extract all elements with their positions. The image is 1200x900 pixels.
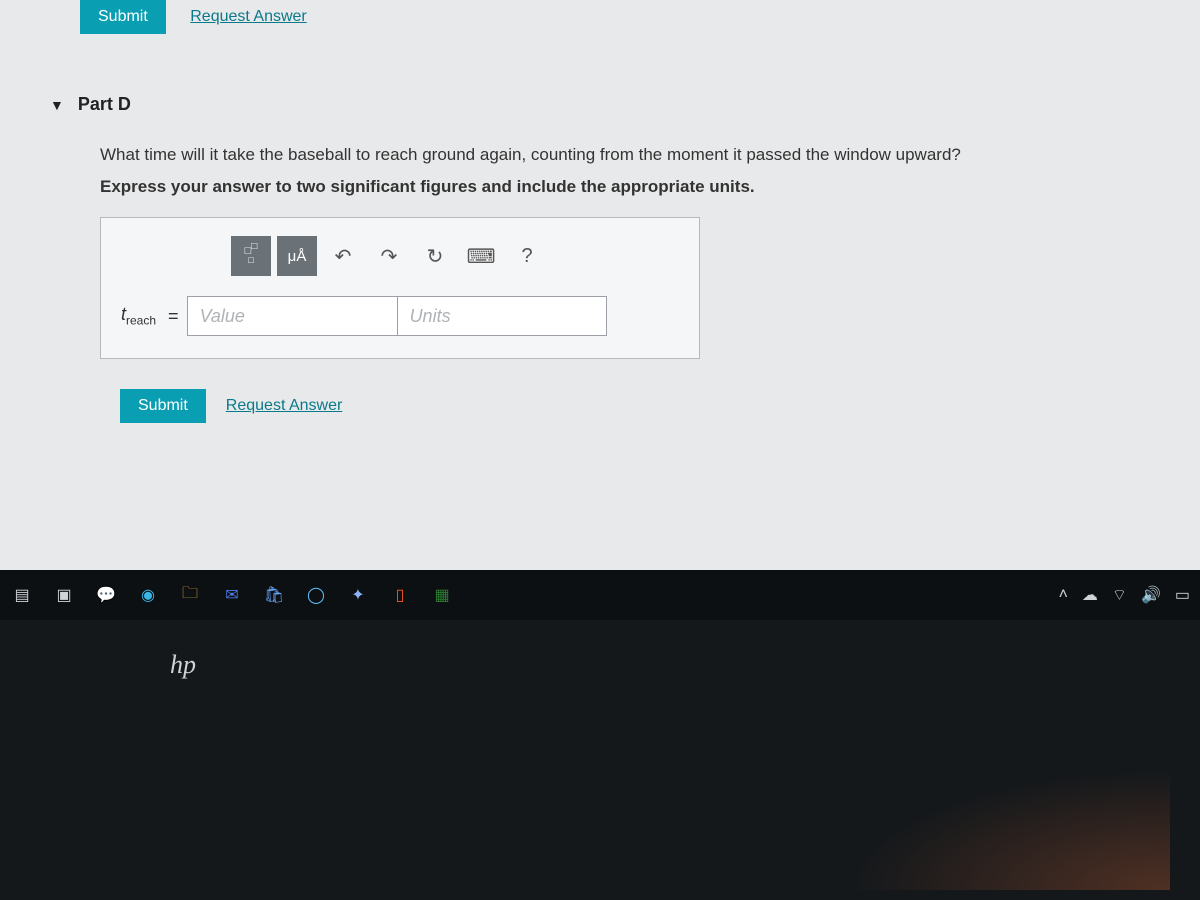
mail-icon[interactable]: ✉ <box>220 583 244 607</box>
answer-box: □□ □ μÅ ↶ ↷ ↻ ⌨ ? treach = Value Units <box>100 217 700 359</box>
units-input[interactable]: Units <box>397 296 607 336</box>
value-input[interactable]: Value <box>187 296 397 336</box>
volume-icon[interactable]: 🔊 <box>1141 585 1161 605</box>
equals-sign: = <box>168 306 179 327</box>
edge-icon[interactable]: ◉ <box>136 583 160 607</box>
undo-button[interactable]: ↶ <box>323 236 363 276</box>
part-header[interactable]: ▼ Part D <box>20 54 1180 145</box>
onedrive-icon[interactable]: ☁ <box>1082 585 1098 605</box>
hp-logo: hp <box>170 650 196 680</box>
input-row: treach = Value Units <box>121 296 679 336</box>
special-chars-button[interactable]: μÅ <box>277 236 317 276</box>
help-button[interactable]: ? <box>507 236 547 276</box>
part-label: Part D <box>78 94 131 115</box>
request-answer-link[interactable]: Request Answer <box>226 397 343 415</box>
question-text: What time will it take the baseball to r… <box>100 145 1100 165</box>
formatting-toolbar: □□ □ μÅ ↶ ↷ ↻ ⌨ ? <box>231 236 679 276</box>
chat-icon[interactable]: 💬 <box>94 583 118 607</box>
variable-label: treach <box>121 304 156 328</box>
battery-icon[interactable]: ▭ <box>1175 585 1190 605</box>
collapse-caret-icon: ▼ <box>50 97 64 113</box>
camera-icon[interactable]: ▣ <box>52 583 76 607</box>
template-picker-button[interactable]: □□ □ <box>231 236 271 276</box>
submit-button-top[interactable]: Submit <box>80 0 166 34</box>
excel-icon[interactable]: ▦ <box>430 583 454 607</box>
file-explorer-icon[interactable]: 🗀 <box>178 583 202 607</box>
office-icon[interactable]: ▯ <box>388 583 412 607</box>
reset-button[interactable]: ↻ <box>415 236 455 276</box>
ambient-glow <box>850 770 1170 890</box>
taskview-icon[interactable]: ▤ <box>10 583 34 607</box>
submit-button[interactable]: Submit <box>120 389 206 423</box>
redo-button[interactable]: ↷ <box>369 236 409 276</box>
request-answer-link-top[interactable]: Request Answer <box>190 8 307 25</box>
tray-chevron-icon[interactable]: ˄ <box>1059 586 1068 604</box>
cortana-icon[interactable]: ◯ <box>304 583 328 607</box>
instruction-text: Express your answer to two significant f… <box>100 177 1100 197</box>
store-icon[interactable]: 🛍 <box>262 583 286 607</box>
windows-taskbar[interactable]: ▤ ▣ 💬 ◉ 🗀 ✉ 🛍 ◯ ✦ ▯ ▦ ˄ ☁ ⌔ 🔊 ▭ <box>0 570 1200 620</box>
keyboard-button[interactable]: ⌨ <box>461 236 501 276</box>
wifi-icon[interactable]: ⌔ <box>1112 585 1127 605</box>
dropbox-icon[interactable]: ✦ <box>346 583 370 607</box>
